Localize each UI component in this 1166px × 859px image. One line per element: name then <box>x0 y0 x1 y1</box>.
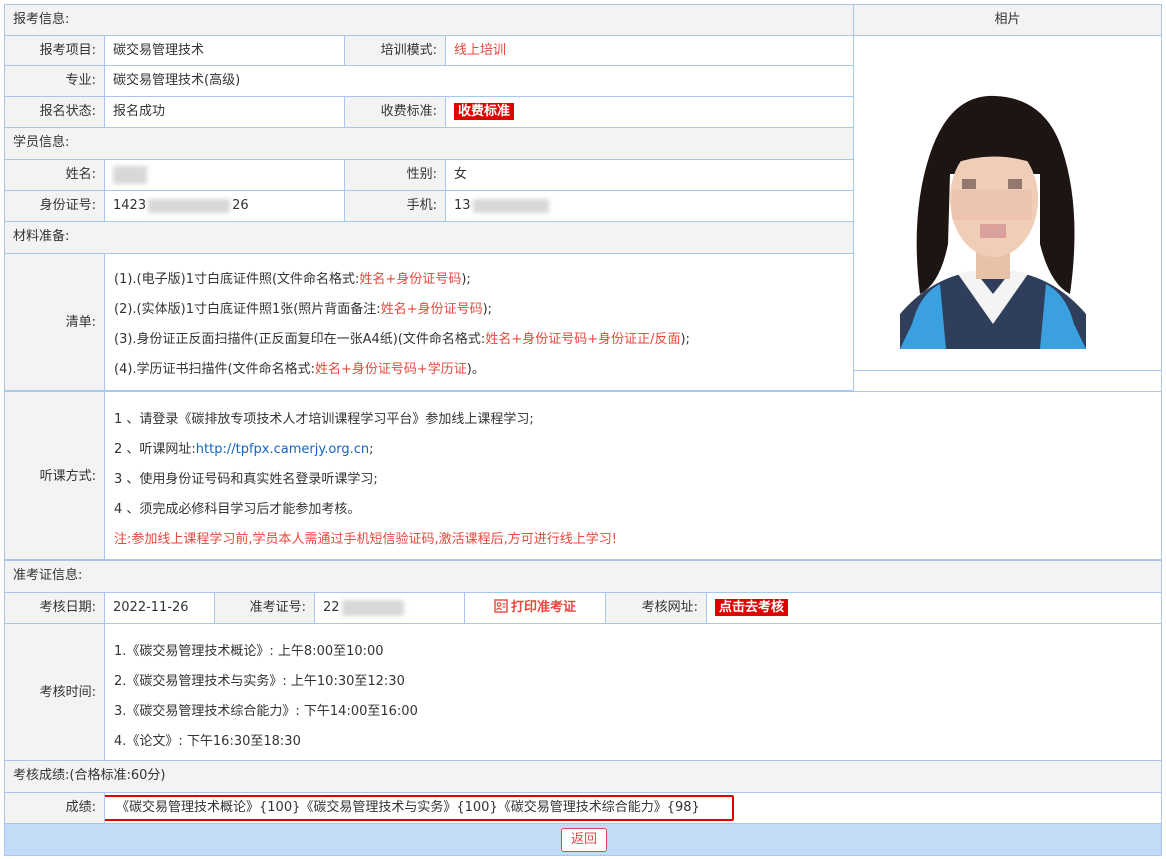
schedule-item: 2.《碳交易管理技术与实务》: 上午10:30至12:30 <box>114 674 405 689</box>
schedule-item: 1.《碳交易管理技术概论》: 上午8:00至10:00 <box>114 644 384 659</box>
id-prefix: 1423 <box>113 198 147 213</box>
redacted-phone <box>472 198 549 213</box>
phone-prefix: 13 <box>454 198 471 213</box>
go-to-exam-button[interactable]: 点击去考核 <box>715 599 789 616</box>
redacted-id <box>148 198 231 213</box>
lecture-url-link[interactable]: http://tpfpx.camerjy.org.cn <box>196 442 369 457</box>
ticket-value: 22 <box>314 592 465 624</box>
gender-value: 女 <box>445 159 854 191</box>
lecture-step-3: 3 、使用身份证号码和真实姓名登录听课学习; <box>114 472 378 487</box>
section-title: 考核成绩:(合格标准:60分) <box>13 768 166 783</box>
exam-schedule: 1.《碳交易管理技术概论》: 上午8:00至10:00 2.《碳交易管理技术与实… <box>104 623 1162 761</box>
item-highlight: 姓名+身份证号码 <box>380 302 483 317</box>
phone-value: 13 <box>445 190 854 222</box>
lecture-step-1: 1 、请登录《碳排放专项技术人才培训课程学习平台》参加线上课程学习; <box>114 412 534 427</box>
redacted-ticket <box>341 599 404 616</box>
checklist-item: (2).(实体版)1寸白底证件照1张(照片背面备注:姓名+身份证号码); <box>114 298 492 317</box>
exam-date-value: 2022-11-26 <box>104 592 215 624</box>
project-label: 报考项目: <box>4 35 105 66</box>
project-value: 碳交易管理技术 <box>104 35 345 66</box>
exam-site-cell: 点击去考核 <box>706 592 1162 624</box>
exam-time-label: 考核时间: <box>4 623 105 761</box>
fee-label: 收费标准: <box>344 96 446 128</box>
checklist-item: (4).学历证书扫描件(文件命名格式:姓名+身份证号码+学历证)。 <box>114 358 485 377</box>
section-materials: 材料准备: <box>4 221 854 254</box>
checklist-label: 清单: <box>4 253 105 391</box>
section-application-info: 报考信息: <box>4 4 854 36</box>
score-value: 《碳交易管理技术概论》{100}《碳交易管理技术与实务》{100}《碳交易管理技… <box>105 795 734 821</box>
student-photo <box>900 94 1086 349</box>
id-suffix: 26 <box>232 198 249 213</box>
step-text: 2 、听课网址: <box>114 442 196 457</box>
photo-spacer <box>853 370 1162 392</box>
checklist-item: (1).(电子版)1寸白底证件照(文件命名格式:姓名+身份证号码); <box>114 268 471 287</box>
item-end: ); <box>482 302 493 317</box>
lecture-info: 1 、请登录《碳排放专项技术人才培训课程学习平台》参加线上课程学习; 2 、听课… <box>104 391 1162 560</box>
section-admission: 准考证信息: <box>4 560 1162 593</box>
item-end: ); <box>680 332 690 347</box>
score-cell: 《碳交易管理技术概论》{100}《碳交易管理技术与实务》{100}《碳交易管理技… <box>104 792 1162 824</box>
footer-bar: 返回 <box>4 823 1162 856</box>
photo-header: 相片 <box>853 4 1162 36</box>
item-text: (1).(电子版)1寸白底证件照(文件命名格式: <box>114 272 360 287</box>
exam-site-label: 考核网址: <box>605 592 707 624</box>
ticket-prefix: 22 <box>323 600 340 615</box>
item-highlight: 姓名+身份证号码 <box>359 272 462 287</box>
major-label: 专业: <box>4 65 105 97</box>
section-title: 学员信息: <box>13 135 70 150</box>
section-results: 考核成绩:(合格标准:60分) <box>4 760 1162 793</box>
print-ticket-button[interactable]: 打印准考证 <box>464 592 606 624</box>
section-title: 材料准备: <box>13 229 70 244</box>
schedule-item: 3.《碳交易管理技术综合能力》: 下午14:00至16:00 <box>114 704 418 719</box>
status-label: 报名状态: <box>4 96 105 128</box>
name-label: 姓名: <box>4 159 105 191</box>
ticket-label: 准考证号: <box>214 592 315 624</box>
lecture-label: 听课方式: <box>4 391 105 560</box>
schedule-item: 4.《论文》: 下午16:30至18:30 <box>114 734 301 749</box>
score-label: 成绩: <box>4 792 105 824</box>
fee-cell: 收费标准 <box>445 96 854 128</box>
id-card-icon <box>494 599 508 613</box>
item-text: (4).学历证书扫描件(文件命名格式: <box>114 362 315 377</box>
item-highlight: 姓名+身份证号码+学历证 <box>315 362 467 377</box>
redacted-name <box>113 165 147 184</box>
lecture-step-2: 2 、听课网址:http://tpfpx.camerjy.org.cn; <box>114 438 374 457</box>
exam-date-label: 考核日期: <box>4 592 105 624</box>
item-highlight: 姓名+身份证号码+身份证正/反面 <box>485 332 681 347</box>
section-title: 准考证信息: <box>13 568 83 583</box>
training-mode-label: 培训模式: <box>344 35 446 66</box>
name-value <box>104 159 345 191</box>
id-label: 身份证号: <box>4 190 105 222</box>
lecture-step-4: 4 、须完成必修科目学习后才能参加考核。 <box>114 502 361 517</box>
fee-standard-button[interactable]: 收费标准 <box>454 103 515 120</box>
photo-cell <box>853 35 1162 371</box>
phone-label: 手机: <box>344 190 446 222</box>
training-mode-value: 线上培训 <box>445 35 854 66</box>
checklist: (1).(电子版)1寸白底证件照(文件命名格式:姓名+身份证号码); (2).(… <box>104 253 854 391</box>
step-end: ; <box>369 442 374 457</box>
id-value: 1423 26 <box>104 190 345 222</box>
section-student-info: 学员信息: <box>4 127 854 160</box>
item-text: (3).身份证正反面扫描件(正反面复印在一张A4纸)(文件命名格式: <box>114 332 486 347</box>
gender-label: 性别: <box>344 159 446 191</box>
lecture-note: 注:参加线上课程学习前,学员本人需通过手机短信验证码,激活课程后,方可进行线上学… <box>114 532 617 547</box>
item-end: )。 <box>466 362 485 377</box>
item-end: ); <box>461 272 471 287</box>
major-value: 碳交易管理技术(高级) <box>104 65 854 97</box>
print-ticket-label: 打印准考证 <box>510 600 576 615</box>
item-text: (2).(实体版)1寸白底证件照1张(照片背面备注: <box>114 302 381 317</box>
checklist-item: (3).身份证正反面扫描件(正反面复印在一张A4纸)(文件命名格式:姓名+身份证… <box>114 328 690 347</box>
status-value: 报名成功 <box>104 96 345 128</box>
section-title: 报考信息: <box>13 12 70 27</box>
back-button[interactable]: 返回 <box>561 828 607 852</box>
